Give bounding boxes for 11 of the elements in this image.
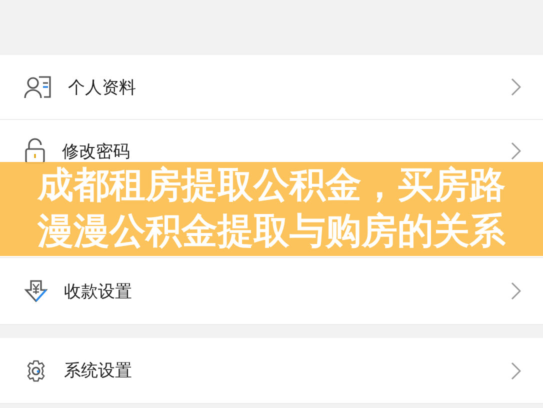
banner-title: 漫漫公积金提取与购房的关系 [38,211,506,253]
chevron-right-icon [511,282,521,300]
banner-title: 成都租房提取公积金，买房路 [38,165,506,207]
chevron-right-icon [511,78,521,96]
row-label[interactable]: 修改密码 [62,140,511,162]
row-label[interactable]: 收款设置 [64,280,511,302]
yuan-download-icon [24,279,48,303]
chevron-right-icon [511,362,521,380]
profile-card-icon [24,75,52,99]
chevron-right-icon [511,142,521,160]
row-label[interactable]: 个人资料 [68,76,511,98]
